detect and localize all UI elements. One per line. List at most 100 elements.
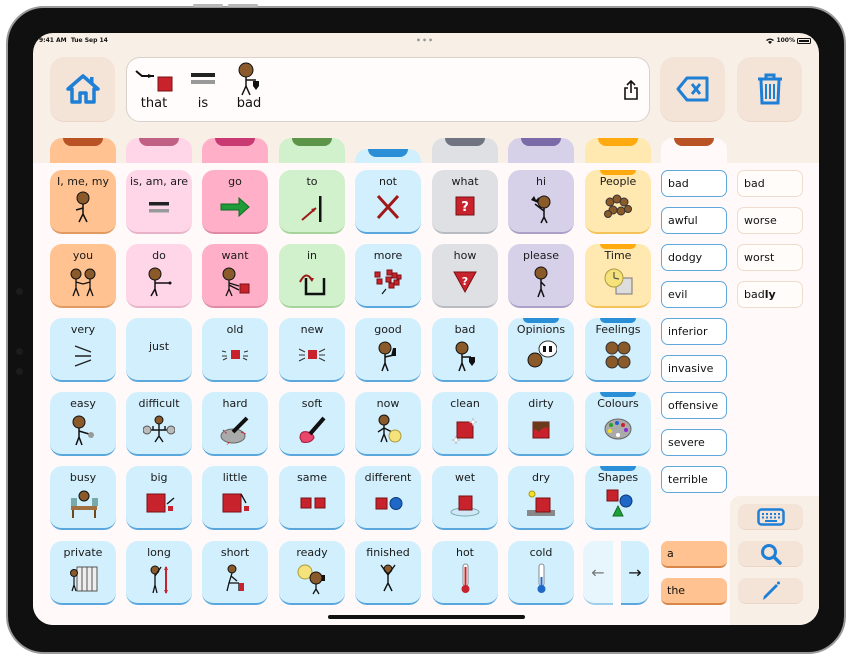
home-button[interactable] <box>50 57 115 122</box>
vocab-cell-dirty[interactable]: dirty <box>508 392 574 456</box>
vocab-cell-difficult[interactable]: difficult <box>126 392 192 456</box>
sensor <box>16 368 23 375</box>
vocab-cell-hard[interactable]: hard <box>202 392 268 456</box>
equals-icon <box>126 188 192 232</box>
category-tab[interactable] <box>661 138 727 166</box>
vocab-cell-short[interactable]: short <box>202 541 268 605</box>
article-a[interactable]: a <box>661 541 727 568</box>
category-tab[interactable] <box>50 138 116 166</box>
cell-label: ready <box>296 546 328 559</box>
vocab-cell-in[interactable]: in <box>279 244 345 308</box>
message-word-bad[interactable]: bad <box>227 62 271 111</box>
very-lines-icon <box>50 336 116 380</box>
person-short-icon <box>202 559 268 603</box>
cell-label: want <box>221 249 249 262</box>
synonym-awful[interactable]: awful <box>661 207 727 234</box>
vocab-cell-feelings[interactable]: Feelings <box>585 318 651 382</box>
vocab-cell-busy[interactable]: busy <box>50 466 116 530</box>
multitask-dots[interactable]: ••• <box>416 36 434 45</box>
vocab-cell-not[interactable]: not <box>355 170 421 234</box>
article-the[interactable]: the <box>661 578 727 605</box>
vocab-cell-long[interactable]: long <box>126 541 192 605</box>
category-tab[interactable] <box>126 138 192 166</box>
category-tab[interactable] <box>585 138 651 166</box>
category-tab[interactable] <box>432 138 498 166</box>
word-form-worst[interactable]: worst <box>737 244 803 271</box>
vocab-cell-private[interactable]: private <box>50 541 116 605</box>
vocab-cell-cold[interactable]: cold <box>508 541 574 605</box>
vocab-cell-very[interactable]: very <box>50 318 116 382</box>
vocab-cell-shapes[interactable]: Shapes <box>585 466 651 530</box>
vocab-cell-want[interactable]: want <box>202 244 268 308</box>
vocab-cell-ready[interactable]: ready <box>279 541 345 605</box>
cell-label: to <box>306 175 318 188</box>
cell-label: you <box>72 249 94 262</box>
keyboard-button[interactable] <box>738 504 803 530</box>
word-form-badly[interactable]: bad ly <box>737 281 803 308</box>
cell-label: good <box>374 323 402 336</box>
word-form-bad[interactable]: bad <box>737 170 803 197</box>
next-page-button[interactable]: → <box>621 541 649 605</box>
synonym-dodgy[interactable]: dodgy <box>661 244 727 271</box>
vocab-cell-is-am-are[interactable]: is, am, are <box>126 170 192 234</box>
vocab-cell-do[interactable]: do <box>126 244 192 308</box>
cell-label: long <box>147 546 171 559</box>
vocab-cell-time[interactable]: Time <box>585 244 651 308</box>
vocab-cell-you[interactable]: you <box>50 244 116 308</box>
vocab-cell-how[interactable]: how? <box>432 244 498 308</box>
message-bar[interactable]: that is bad <box>126 57 650 122</box>
word-form-worse[interactable]: worse <box>737 207 803 234</box>
synonym-evil[interactable]: evil <box>661 281 727 308</box>
search-button[interactable] <box>738 541 803 567</box>
vocab-cell-go[interactable]: go <box>202 170 268 234</box>
category-tab[interactable] <box>279 138 345 166</box>
clear-button[interactable] <box>737 57 802 122</box>
vocab-cell-hot[interactable]: hot <box>432 541 498 605</box>
synonym-terrible[interactable]: terrible <box>661 466 727 493</box>
vocab-cell-now[interactable]: now <box>355 392 421 456</box>
vocab-cell-people[interactable]: People <box>585 170 651 234</box>
vocab-cell-clean[interactable]: clean <box>432 392 498 456</box>
vocab-cell-big[interactable]: big <box>126 466 192 530</box>
message-word-is[interactable]: is <box>181 62 225 111</box>
vocab-cell-good[interactable]: good <box>355 318 421 382</box>
vocab-cell-more[interactable]: more <box>355 244 421 308</box>
vocab-cell-colours[interactable]: Colours <box>585 392 651 456</box>
synonym-inferior[interactable]: inferior <box>661 318 727 345</box>
synonym-offensive[interactable]: offensive <box>661 392 727 419</box>
vocab-cell-finished[interactable]: finished <box>355 541 421 605</box>
synonym-invasive[interactable]: invasive <box>661 355 727 382</box>
category-tab[interactable] <box>202 138 268 166</box>
vocab-cell-what[interactable]: what? <box>432 170 498 234</box>
vocab-cell-same[interactable]: same <box>279 466 345 530</box>
share-button[interactable] <box>623 79 639 104</box>
vocab-cell-different[interactable]: different <box>355 466 421 530</box>
home-indicator[interactable] <box>328 615 525 619</box>
vocab-cell-hi[interactable]: hi <box>508 170 574 234</box>
clock-thumbs-up-icon <box>279 559 345 603</box>
vocab-cell-new[interactable]: new <box>279 318 345 382</box>
vocab-cell-soft[interactable]: soft <box>279 392 345 456</box>
cell-label: dirty <box>528 397 554 410</box>
vocab-cell-dry[interactable]: dry <box>508 466 574 530</box>
vocab-cell-bad[interactable]: bad <box>432 318 498 382</box>
synonym-severe[interactable]: severe <box>661 429 727 456</box>
message-word-that[interactable]: that <box>132 62 176 111</box>
cell-label: now <box>376 397 400 410</box>
category-tab[interactable] <box>508 138 574 166</box>
vocab-cell-little[interactable]: little <box>202 466 268 530</box>
vocab-cell-please[interactable]: please <box>508 244 574 308</box>
vocab-cell-opinions[interactable]: Opinions <box>508 318 574 382</box>
vocab-cell-old[interactable]: old <box>202 318 268 382</box>
vocab-cell-to[interactable]: to <box>279 170 345 234</box>
synonym-bad[interactable]: bad <box>661 170 727 197</box>
tab-notch <box>292 138 332 146</box>
cell-label: how <box>453 249 477 262</box>
vocab-cell-i-me-my[interactable]: I, me, my <box>50 170 116 234</box>
edit-button[interactable] <box>738 578 803 604</box>
backspace-button[interactable] <box>660 57 725 122</box>
vocab-cell-just[interactable]: just <box>126 318 192 382</box>
previous-page-button[interactable]: ← <box>583 541 613 605</box>
vocab-cell-easy[interactable]: easy <box>50 392 116 456</box>
vocab-cell-wet[interactable]: wet <box>432 466 498 530</box>
